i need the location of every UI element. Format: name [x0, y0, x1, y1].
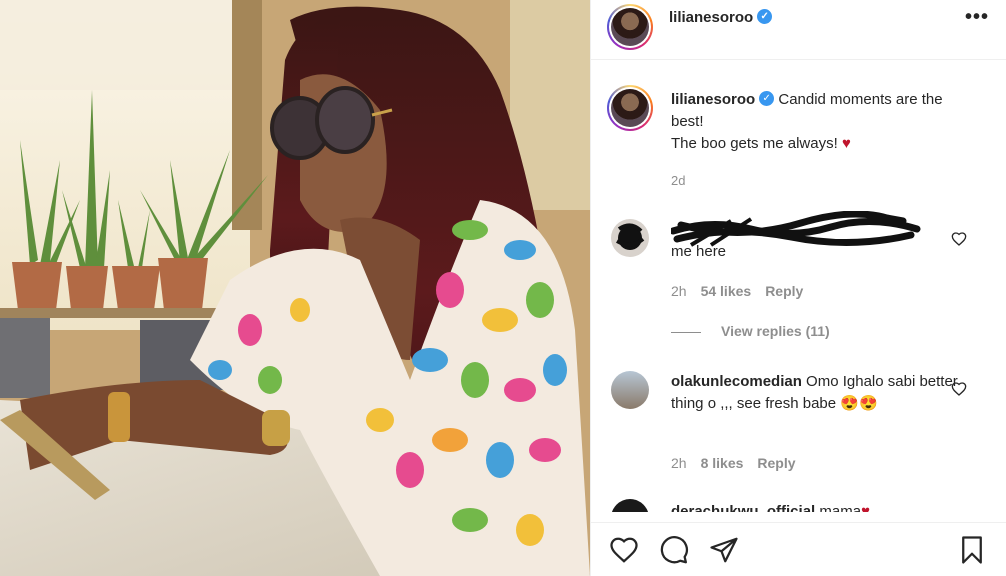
more-options-icon[interactable]: ••• — [965, 6, 989, 29]
post-actions — [591, 522, 1006, 576]
author-avatar[interactable] — [607, 4, 653, 50]
comment-likes[interactable]: 8 likes — [701, 455, 744, 471]
caption-username[interactable]: lilianesoroo — [671, 91, 755, 108]
heart-outline-icon[interactable] — [951, 231, 967, 247]
comment-username[interactable]: derachukwu_official — [671, 503, 815, 512]
red-heart-emoji: ♥ — [861, 503, 870, 512]
comment-text: olakunlecomedian Omo Ighalo sabi better … — [671, 371, 961, 415]
post-image — [0, 0, 590, 576]
caption-line-2: The boo gets me always! — [671, 135, 838, 152]
view-replies-button[interactable]: View replies (11) — [671, 323, 830, 339]
verified-badge-icon: ✓ — [757, 8, 773, 24]
comment-text: derachukwu_official mama♥ — [671, 501, 961, 512]
post-panel: lilianesoroo ✓ ••• lilianesoroo ✓ Candid m… — [590, 0, 1006, 576]
replies-divider-line — [671, 331, 701, 333]
heart-outline-icon[interactable] — [609, 535, 639, 565]
view-replies-label[interactable]: View replies (11) — [721, 323, 830, 339]
comment-time[interactable]: 2h — [671, 283, 687, 299]
comment-message: mama — [819, 503, 862, 512]
paper-plane-icon[interactable] — [709, 535, 739, 565]
comment-avatar[interactable] — [611, 219, 649, 257]
comment-time[interactable]: 2h — [671, 455, 687, 471]
reply-button[interactable]: Reply — [765, 283, 803, 299]
caption-avatar[interactable] — [607, 85, 653, 131]
author-username-text[interactable]: lilianesoroo — [669, 9, 753, 26]
comment-likes[interactable]: 54 likes — [701, 283, 752, 299]
comment-meta: 2h 8 likes Reply — [671, 455, 796, 471]
post-photo[interactable] — [0, 0, 590, 576]
comment-text: me here — [671, 243, 727, 260]
comment-avatar[interactable] — [611, 499, 649, 512]
comments-list[interactable]: lilianesoroo ✓ Candid moments are the bes… — [591, 61, 1006, 512]
caption-text: lilianesoroo ✓ Candid moments are the bes… — [671, 89, 971, 155]
comment-avatar[interactable] — [611, 371, 649, 409]
post-header: lilianesoroo ✓ ••• — [591, 0, 1006, 60]
heart-outline-icon[interactable] — [951, 381, 967, 397]
red-heart-emoji: ♥ — [841, 135, 851, 152]
verified-badge-icon: ✓ — [759, 90, 775, 106]
comment-icon[interactable] — [659, 535, 689, 565]
bookmark-icon[interactable] — [957, 535, 987, 565]
caption-timestamp[interactable]: 2d — [671, 173, 685, 188]
comment-username[interactable]: olakunlecomedian — [671, 373, 802, 390]
heart-eyes-emoji: 😍😍 — [840, 395, 878, 412]
reply-button[interactable]: Reply — [757, 455, 795, 471]
author-username[interactable]: lilianesoroo ✓ — [669, 8, 773, 26]
comment-meta: 2h 54 likes Reply — [671, 283, 803, 299]
